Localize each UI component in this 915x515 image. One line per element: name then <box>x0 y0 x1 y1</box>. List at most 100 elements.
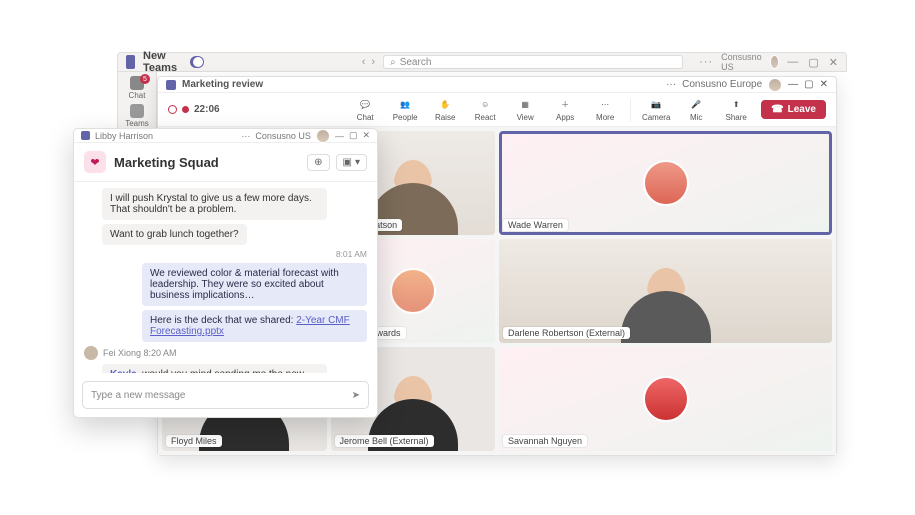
add-people-button[interactable]: ⊕ <box>307 154 329 171</box>
teams-logo-icon <box>166 80 176 90</box>
video-icon: ▣ <box>343 157 352 168</box>
nav-forward-button[interactable]: › <box>371 56 375 68</box>
people-button[interactable]: 👥People <box>390 98 420 122</box>
video-call-button[interactable]: ▣▾ <box>336 154 367 171</box>
video-tile[interactable]: Savannah Nguyen <box>499 347 832 451</box>
window-close-button[interactable]: ✕ <box>362 130 370 141</box>
more-button[interactable]: ··· <box>699 56 713 68</box>
participant-avatar <box>643 376 689 422</box>
meeting-title: Marketing review <box>182 79 263 90</box>
more-button[interactable]: ⋯More <box>590 98 620 122</box>
raise-hand-button[interactable]: ✋Raise <box>430 98 460 122</box>
search-placeholder: Search <box>400 57 432 68</box>
phone-icon: ☎ <box>771 104 783 115</box>
apps-label: Apps <box>556 113 574 122</box>
react-button[interactable]: ☺React <box>470 98 500 122</box>
mic-label: Mic <box>690 113 702 122</box>
chat-title: Marketing Squad <box>114 155 219 170</box>
compose-placeholder: Type a new message <box>91 390 186 401</box>
chat-header: ❤ Marketing Squad ⊕ ▣▾ <box>74 143 377 182</box>
shell-window-titlebar: New Teams ‹ › ⌕ Search ··· Consusno US —… <box>117 52 847 72</box>
rail-teams[interactable]: Teams <box>122 104 152 128</box>
meeting-toolbar: 22:06 💬Chat 👥People ✋Raise ☺React ▦View … <box>158 93 836 127</box>
profile-avatar[interactable] <box>316 129 330 143</box>
smile-icon: ☺ <box>478 98 492 112</box>
participant-name: Savannah Nguyen <box>503 435 587 447</box>
video-tile-active-speaker[interactable]: Wade Warren <box>499 131 832 235</box>
nav-arrows: ‹ › <box>362 56 375 68</box>
window-maximize-button[interactable]: ▢ <box>349 130 358 141</box>
mic-button[interactable]: 🎤Mic <box>681 98 711 122</box>
window-minimize-button[interactable]: — <box>335 131 344 141</box>
record-dot-icon <box>182 106 189 113</box>
mention[interactable]: Kayla <box>110 369 137 373</box>
message-outgoing: Here is the deck that we shared: 2-Year … <box>142 310 367 342</box>
more-label: More <box>596 113 614 122</box>
chat-button[interactable]: 💬Chat <box>350 98 380 122</box>
chat-owner-label: Libby Harrison <box>95 131 153 141</box>
message-incoming: I will push Krystal to give us a few mor… <box>102 188 327 220</box>
plus-icon: ＋ <box>558 98 572 112</box>
participant-avatar <box>390 268 436 314</box>
chat-window: Libby Harrison ··· Consusno US — ▢ ✕ ❤ M… <box>73 128 378 418</box>
search-icon: ⌕ <box>390 57 396 68</box>
raise-label: Raise <box>435 113 455 122</box>
recording-indicator: 22:06 <box>168 104 220 115</box>
window-close-button[interactable]: ✕ <box>820 79 828 90</box>
window-minimize-button[interactable]: — <box>787 56 798 69</box>
record-ring-icon <box>168 105 177 114</box>
timestamp: 8:01 AM <box>336 249 367 259</box>
message-compose-input[interactable]: Type a new message ➤ <box>82 381 369 409</box>
participant-name: Darlene Robertson (External) <box>503 327 630 339</box>
chat-label: Chat <box>357 113 374 122</box>
chat-icon: 💬 <box>358 98 372 112</box>
chat-avatar: ❤ <box>84 151 106 173</box>
participant-name: Floyd Miles <box>166 435 222 447</box>
chevron-down-icon: ▾ <box>355 157 360 168</box>
leave-button[interactable]: ☎ Leave <box>761 100 826 119</box>
teams-icon <box>130 104 144 118</box>
video-tile[interactable]: Darlene Robertson (External) <box>499 239 832 343</box>
chat-badge: 5 <box>140 74 150 84</box>
message-text: , would you mind sending me the new spec… <box>110 369 304 373</box>
org-label: Consusno US <box>721 52 762 72</box>
profile-avatar[interactable] <box>768 78 782 92</box>
rail-chat[interactable]: 5 Chat <box>122 76 152 100</box>
share-button[interactable]: ⬆Share <box>721 98 751 122</box>
chat-org-label: Consusno US <box>255 131 311 141</box>
rail-teams-label: Teams <box>122 119 152 128</box>
camera-label: Camera <box>642 113 670 122</box>
more-icon: ⋯ <box>598 98 612 112</box>
camera-button[interactable]: 📷Camera <box>641 98 671 122</box>
profile-avatar[interactable] <box>770 55 780 69</box>
window-minimize-button[interactable]: — <box>788 79 798 90</box>
window-maximize-button[interactable]: ▢ <box>804 79 813 90</box>
search-input[interactable]: ⌕ Search <box>383 55 683 69</box>
react-label: React <box>475 113 496 122</box>
message-sender: Fei Xiong 8:20 AM <box>84 346 367 360</box>
meeting-org-label: Consusno Europe <box>682 79 762 90</box>
meeting-titlebar: Marketing review ··· Consusno Europe — ▢… <box>158 77 836 93</box>
message-incoming: Kayla, would you mind sending me the new… <box>102 364 327 373</box>
apps-button[interactable]: ＋Apps <box>550 98 580 122</box>
participant-avatar <box>643 160 689 206</box>
chat-thread: I will push Krystal to give us a few mor… <box>74 182 377 373</box>
new-teams-toggle[interactable] <box>190 56 204 68</box>
more-button[interactable]: ··· <box>666 79 676 90</box>
share-icon: ⬆ <box>729 98 743 112</box>
send-icon[interactable]: ➤ <box>352 390 360 401</box>
message-outgoing: We reviewed color & material forecast wi… <box>142 263 367 306</box>
more-button[interactable]: ··· <box>241 131 250 141</box>
leave-label: Leave <box>788 104 816 115</box>
view-button[interactable]: ▦View <box>510 98 540 122</box>
participant-name: Jerome Bell (External) <box>335 435 434 447</box>
window-close-button[interactable]: ✕ <box>829 56 838 69</box>
chat-titlebar: Libby Harrison ··· Consusno US — ▢ ✕ <box>74 129 377 143</box>
nav-back-button[interactable]: ‹ <box>362 56 366 68</box>
person-add-icon: ⊕ <box>314 157 322 168</box>
people-label: People <box>393 113 418 122</box>
sender-avatar <box>84 346 98 360</box>
people-icon: 👥 <box>398 98 412 112</box>
participant-name: Wade Warren <box>503 219 568 231</box>
window-maximize-button[interactable]: ▢ <box>808 56 818 69</box>
